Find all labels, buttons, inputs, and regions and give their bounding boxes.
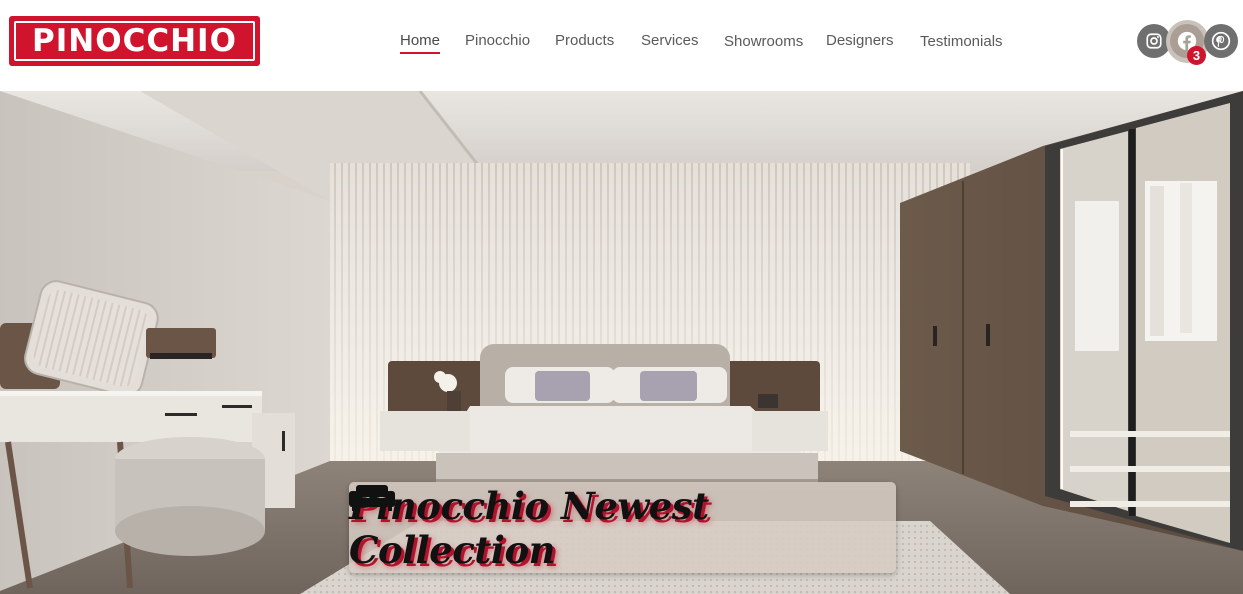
pinterest-icon	[1211, 31, 1231, 51]
hero-banner: Pinocchio Newest Collection	[0, 91, 1243, 594]
hero-caption-text: Pinocchio Newest Collection	[349, 483, 709, 572]
notification-badge: 3	[1187, 46, 1206, 65]
site-header: PINOCCHIO Home Pinocchio Products Servic…	[0, 0, 1243, 91]
hero-caption: Pinocchio Newest Collection	[349, 482, 896, 573]
social-links: 3	[0, 0, 1243, 91]
pinterest-button[interactable]	[1204, 24, 1238, 58]
sofa-icon	[349, 485, 395, 511]
instagram-icon	[1146, 33, 1162, 49]
